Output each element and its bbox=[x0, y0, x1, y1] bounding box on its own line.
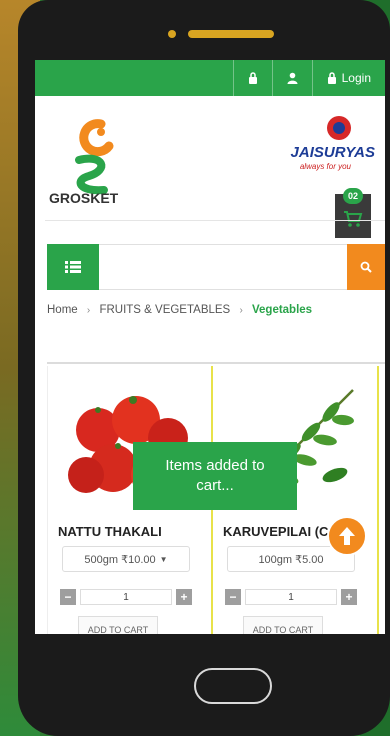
breadcrumb: Home › FRUITS & VEGETABLES › Vegetables bbox=[47, 304, 312, 316]
decrease-quantity-button[interactable]: − bbox=[60, 589, 76, 605]
cart-icon bbox=[344, 211, 363, 227]
decrease-quantity-button[interactable]: − bbox=[225, 589, 241, 605]
partner-brand-name: JAISURYAS bbox=[290, 144, 375, 161]
breadcrumb-category[interactable]: FRUITS & VEGETABLES bbox=[99, 304, 230, 316]
login-button[interactable]: Login bbox=[311, 60, 385, 96]
phone-camera bbox=[168, 30, 176, 38]
dropdown-caret-icon: ▼ bbox=[159, 554, 168, 564]
quantity-stepper: − 1 + bbox=[60, 588, 192, 606]
breadcrumb-separator-icon: › bbox=[239, 305, 243, 316]
header-divider bbox=[45, 220, 385, 221]
breadcrumb-separator-icon: › bbox=[86, 305, 91, 316]
user-icon bbox=[287, 72, 298, 84]
search-button[interactable] bbox=[347, 244, 385, 290]
add-to-cart-button[interactable]: ADD TO CART bbox=[243, 616, 323, 634]
phone-home-button[interactable] bbox=[194, 668, 272, 704]
user-button[interactable] bbox=[271, 60, 312, 96]
section-divider bbox=[47, 362, 385, 364]
product-name[interactable]: NATTU THAKALI bbox=[58, 524, 208, 539]
partner-tagline: always for you bbox=[299, 162, 351, 171]
variant-value: 100gm ₹5.00 bbox=[258, 553, 324, 566]
quantity-value[interactable]: 1 bbox=[80, 589, 172, 605]
quantity-value[interactable]: 1 bbox=[245, 589, 337, 605]
lock-icon bbox=[327, 72, 336, 84]
quantity-stepper: − 1 + bbox=[225, 588, 357, 606]
toast-notification: Items added to cart... bbox=[133, 442, 297, 510]
phone-speaker bbox=[188, 30, 274, 38]
lock-icon bbox=[248, 72, 257, 84]
increase-quantity-button[interactable]: + bbox=[341, 589, 357, 605]
lock-button[interactable] bbox=[232, 60, 272, 96]
search-bar bbox=[47, 244, 385, 290]
variant-select[interactable]: 500gm ₹10.00 ▼ bbox=[62, 546, 190, 572]
logo-text: GROSKET bbox=[49, 190, 119, 206]
arrow-up-icon bbox=[339, 527, 355, 545]
menu-list-icon bbox=[65, 261, 81, 273]
login-label: Login bbox=[341, 71, 371, 85]
search-icon bbox=[360, 261, 372, 273]
scroll-to-top-button[interactable] bbox=[327, 516, 367, 556]
search-input[interactable] bbox=[99, 244, 347, 290]
variant-value: 500gm ₹10.00 bbox=[84, 553, 156, 566]
cart-count-badge: 02 bbox=[343, 188, 363, 204]
add-to-cart-button[interactable]: ADD TO CART bbox=[78, 616, 158, 634]
breadcrumb-home[interactable]: Home bbox=[47, 304, 78, 316]
menu-button[interactable] bbox=[47, 244, 99, 290]
increase-quantity-button[interactable]: + bbox=[176, 589, 192, 605]
breadcrumb-current: Vegetables bbox=[251, 304, 313, 316]
top-bar: Login bbox=[35, 60, 385, 96]
cart-button[interactable]: 02 bbox=[335, 188, 371, 238]
phone-screen: Login GROSKET JAISURYAS always for you 0… bbox=[35, 60, 385, 634]
